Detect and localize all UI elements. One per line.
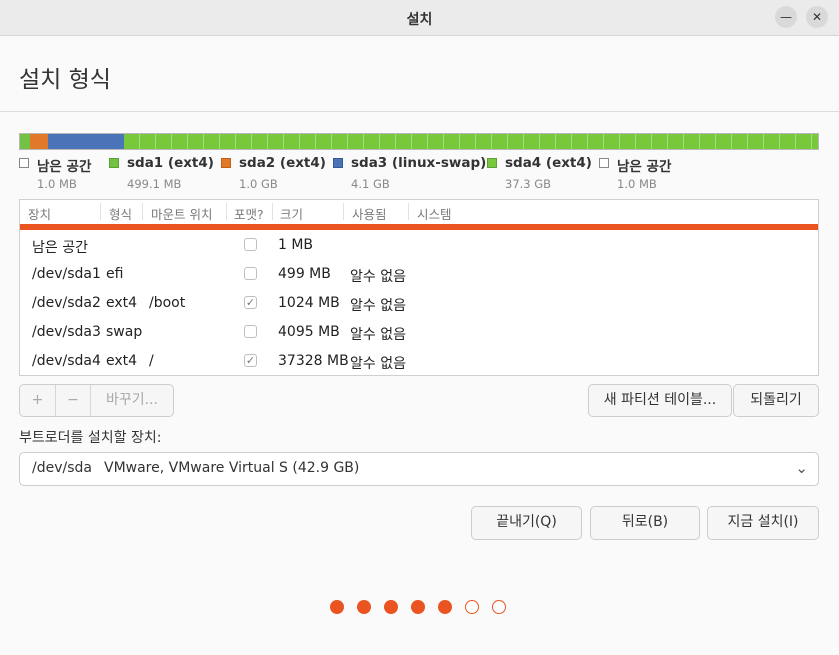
column-header-device[interactable]: 장치 (28, 204, 51, 223)
column-header-format[interactable]: 포맷? (234, 204, 264, 223)
cell-mount: / (149, 353, 154, 369)
column-header-size[interactable]: 크기 (280, 204, 303, 223)
format-checkbox[interactable] (244, 267, 257, 280)
cell-used: 알수 없음 (350, 327, 406, 343)
legend-name: 남은 공간 (37, 159, 92, 175)
format-checkbox[interactable]: ✓ (244, 296, 257, 309)
column-divider (272, 203, 273, 220)
column-header-system[interactable]: 시스템 (417, 204, 452, 223)
table-row[interactable]: /dev/sda4 ext4 / ✓ 37328 MB 알수 없음 (20, 347, 818, 375)
table-row[interactable]: 남은 공간 1 MB (20, 231, 818, 260)
column-divider (408, 203, 409, 220)
legend-name: sda4 (ext4) (505, 155, 592, 171)
column-header-mount[interactable]: 마운트 위치 (151, 204, 212, 223)
header-divider (0, 111, 839, 112)
bootloader-device-select[interactable]: /dev/sda VMware, VMware Virtual S (42.9 … (19, 452, 819, 486)
table-header: 장치 형식 마운트 위치 포맷? 크기 사용됨 시스템 (20, 200, 818, 225)
legend-size: 4.1 GB (351, 177, 390, 191)
legend-name: sda3 (linux-swap) (351, 155, 487, 171)
format-checkbox[interactable]: ✓ (244, 354, 257, 367)
progress-dot (492, 600, 506, 614)
legend-swatch (487, 158, 497, 168)
legend-name: 남은 공간 (617, 159, 672, 175)
add-partition-button[interactable]: + (20, 385, 55, 416)
window-title: 설치 (406, 12, 433, 28)
remove-partition-button[interactable]: − (55, 385, 90, 416)
disk-segment (123, 134, 818, 149)
disk-segment (48, 134, 124, 149)
partition-edit-group: + − 바꾸기... (19, 384, 174, 417)
legend-swatch (19, 158, 29, 168)
title-bar: 설치 — ✕ (0, 0, 839, 36)
install-now-button[interactable]: 지금 설치(I) (707, 506, 819, 540)
progress-dot (357, 600, 371, 614)
cell-device: /dev/sda4 (32, 353, 101, 369)
revert-button[interactable]: 되돌리기 (733, 384, 819, 417)
progress-dot (465, 600, 479, 614)
legend-swatch (221, 158, 231, 168)
close-icon[interactable]: ✕ (806, 6, 828, 28)
progress-dot (330, 600, 344, 614)
cell-mount: /boot (149, 295, 186, 311)
cell-type: ext4 (106, 353, 138, 369)
cell-used: 알수 없음 (350, 269, 406, 285)
cell-type: swap (106, 324, 143, 340)
cell-size: 499 MB (278, 266, 331, 282)
progress-dot (438, 600, 452, 614)
cell-size: 1024 MB (278, 295, 340, 311)
column-divider (100, 203, 101, 220)
disk-segment (20, 134, 30, 149)
column-header-used[interactable]: 사용됨 (352, 204, 387, 223)
cell-device: /dev/sda2 (32, 295, 101, 311)
back-button[interactable]: 뒤로(B) (590, 506, 700, 540)
cell-type: ext4 (106, 295, 138, 311)
bootloader-model: VMware, VMware Virtual S (42.9 GB) (104, 460, 360, 476)
cell-type: efi (106, 266, 124, 282)
legend-size: 37.3 GB (505, 177, 552, 191)
column-divider (142, 203, 143, 220)
partition-table[interactable]: 장치 형식 마운트 위치 포맷? 크기 사용됨 시스템 남은 공간 1 MB /… (19, 199, 819, 376)
column-divider (226, 203, 227, 220)
selected-row-highlight (20, 224, 818, 230)
table-row[interactable]: /dev/sda3 swap 4095 MB 알수 없음 (20, 318, 818, 347)
minimize-icon[interactable]: — (775, 6, 797, 28)
legend-size: 1.0 MB (617, 177, 657, 191)
cell-size: 1 MB (278, 237, 314, 253)
legend-swatch (599, 158, 609, 168)
cell-device: /dev/sda1 (32, 266, 101, 282)
format-checkbox[interactable] (244, 238, 257, 251)
legend-size: 1.0 GB (239, 177, 278, 191)
new-partition-table-button[interactable]: 새 파티션 테이블... (588, 384, 732, 417)
legend-size: 499.1 MB (127, 177, 182, 191)
cell-used: 알수 없음 (350, 356, 406, 372)
legend-swatch (109, 158, 119, 168)
chevron-down-icon: ⌄ (795, 459, 808, 477)
quit-button[interactable]: 끝내기(Q) (471, 506, 582, 540)
format-checkbox[interactable] (244, 325, 257, 338)
disk-usage-bar (19, 133, 819, 150)
legend-size: 1.0 MB (37, 177, 77, 191)
column-divider (343, 203, 344, 220)
disk-segment (29, 134, 49, 149)
page-title: 설치 형식 (19, 67, 111, 93)
bootloader-label: 부트로더를 설치할 장치: (19, 430, 162, 446)
legend-name: sda2 (ext4) (239, 155, 326, 171)
cell-device: /dev/sda3 (32, 324, 101, 340)
change-partition-button[interactable]: 바꾸기... (90, 385, 173, 416)
progress-dot (384, 600, 398, 614)
cell-size: 37328 MB (278, 353, 349, 369)
legend-swatch (333, 158, 343, 168)
table-row[interactable]: /dev/sda2 ext4 /boot ✓ 1024 MB 알수 없음 (20, 289, 818, 318)
column-header-type[interactable]: 형식 (109, 204, 132, 223)
cell-device: 남은 공간 (32, 240, 88, 256)
progress-dot (411, 600, 425, 614)
cell-size: 4095 MB (278, 324, 340, 340)
cell-used: 알수 없음 (350, 298, 406, 314)
bootloader-device: /dev/sda (32, 460, 92, 476)
table-row[interactable]: /dev/sda1 efi 499 MB 알수 없음 (20, 260, 818, 289)
legend-name: sda1 (ext4) (127, 155, 214, 171)
